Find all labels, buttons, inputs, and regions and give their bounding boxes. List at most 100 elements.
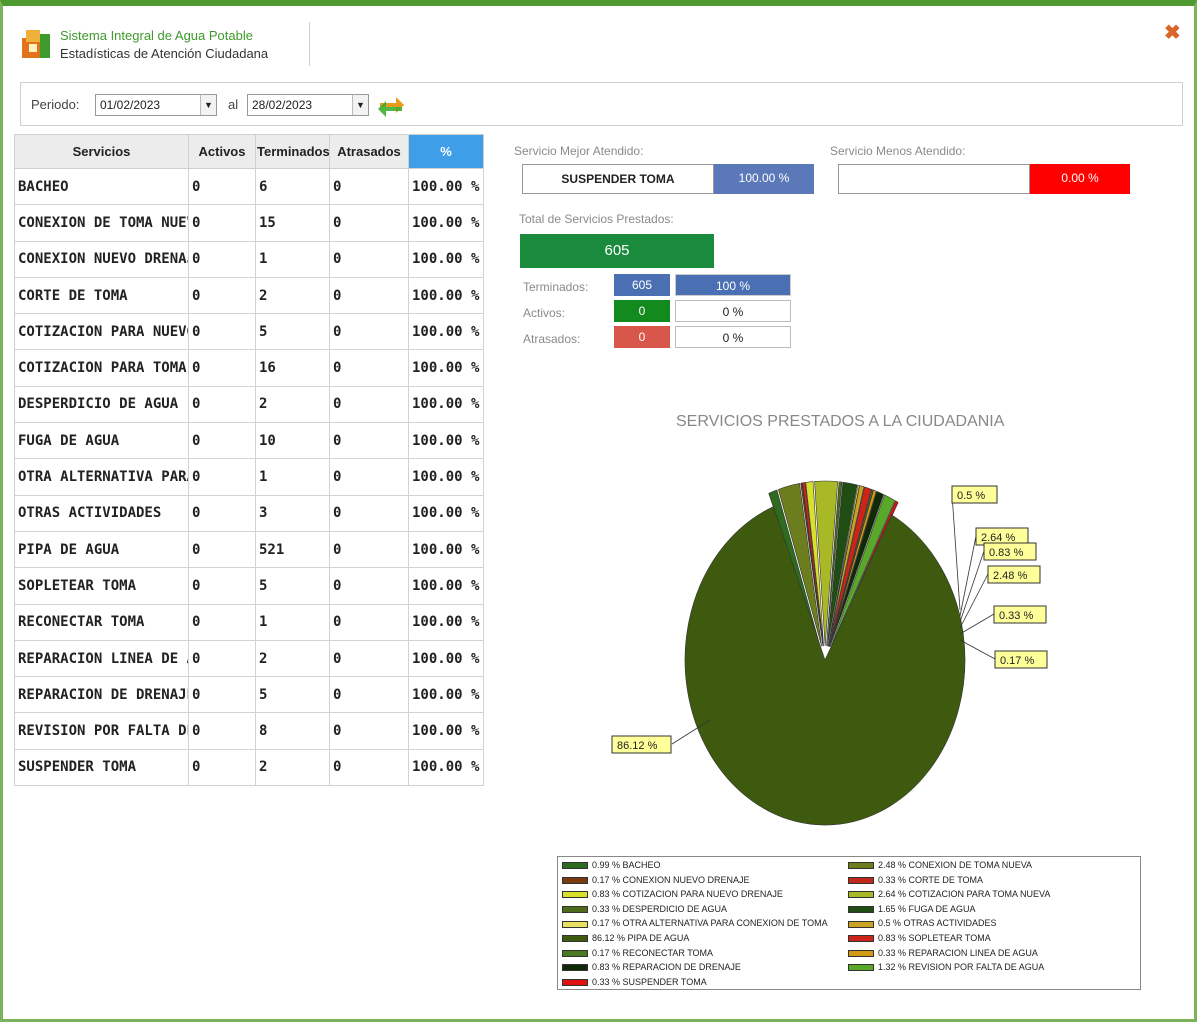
legend-item: 0.33 % SUSPENDER TOMA (562, 977, 707, 991)
cell-atrasados: 0 (329, 422, 409, 460)
cell-activos: 0 (188, 639, 256, 678)
legend-label: 86.12 % PIPA DE AGUA (592, 933, 690, 943)
table-row[interactable]: REVISION POR FALTA DE AGUA080100.00 % (14, 712, 484, 750)
legend-label: 0.33 % DESPERDICIO DE AGUA (592, 903, 728, 914)
cell-terminados: 1 (255, 458, 330, 496)
cell-percent: 100.00 % (408, 167, 484, 206)
table-row[interactable]: BACHEO 0 6 0 100.00 % (14, 167, 484, 206)
atrasados-percent: 0 % (675, 326, 791, 348)
cell-atrasados: 0 (329, 349, 409, 387)
periodo-label: Periodo: (31, 97, 80, 112)
terminados-percent: 100 % (675, 274, 791, 296)
table-row[interactable]: PIPA DE AGUA 0 521 0 100.00 % (14, 530, 484, 569)
cell-percent: 100.00 % (408, 276, 484, 315)
legend-swatch (562, 905, 588, 913)
cell-terminados: 1 (255, 603, 330, 641)
cell-activos: 0 (188, 567, 256, 605)
legend-label: 0.17 % OTRA ALTERNATIVA PARA CONEXION DE… (592, 918, 828, 929)
table-row[interactable]: REPARACION LINEA DE AGUA020100.00 % (14, 639, 484, 678)
atrasados-count: 0 (614, 326, 670, 348)
cell-activos: 0 (188, 494, 256, 532)
table-row[interactable]: REPARACION DE DRENAJE 0 5 0 100.00 % (14, 676, 484, 714)
total-services-label: Total de Servicios Prestados: (519, 212, 674, 226)
cell-terminados: 2 (255, 748, 330, 787)
col-header-percent[interactable]: % (408, 134, 484, 169)
cell-terminados: 2 (255, 276, 330, 315)
table-row[interactable]: COTIZACION PARA TOMA NUEVA0160100.00 % (14, 349, 484, 387)
cell-terminados: 15 (255, 204, 330, 242)
cell-activos: 0 (188, 276, 256, 315)
col-header-activos[interactable]: Activos (188, 134, 256, 169)
from-date-select[interactable]: 01/02/2023 ▼ (95, 94, 217, 116)
cell-servicio: REPARACION LINEA DE AGUA (14, 639, 189, 678)
legend-label: 0.33 % CORTE DE TOMA (878, 874, 984, 885)
filter-bar: Periodo: 01/02/2023 ▼ al 28/02/2023 ▼ (20, 82, 1183, 126)
table-row[interactable]: OTRA ALTERNATIVA PARA CONEXION DE TOMA01… (14, 458, 484, 496)
cell-activos: 0 (188, 313, 256, 351)
table-row[interactable]: COTIZACION PARA NUEVO DRENAJE050100.00 % (14, 313, 484, 351)
cell-percent: 100.00 % (408, 385, 484, 424)
table-row[interactable]: SOPLETEAR TOMA 0 5 0 100.00 % (14, 567, 484, 605)
cell-atrasados: 0 (329, 167, 409, 206)
legend-swatch (562, 935, 588, 943)
col-header-terminados[interactable]: Terminados (255, 134, 330, 169)
cell-servicio: PIPA DE AGUA (14, 530, 189, 569)
from-date-value: 01/02/2023 (100, 98, 161, 112)
legend-label: 0.99 % BACHEO (592, 860, 661, 870)
cell-servicio: CONEXION NUEVO DRENAJE (14, 240, 189, 278)
cell-percent: 100.00 % (408, 712, 484, 750)
refresh-icon[interactable] (376, 91, 406, 121)
legend-item: 1.32 % REVISION POR FALTA DE AGUA (848, 962, 1044, 976)
close-icon[interactable]: ✖ (1164, 22, 1186, 44)
app-title: Sistema Integral de Agua Potable (60, 28, 253, 43)
legend-label: 0.17 % RECONECTAR TOMA (592, 947, 714, 958)
activos-percent: 0 % (675, 300, 791, 322)
legend-swatch (848, 935, 874, 943)
to-date-select[interactable]: 28/02/2023 ▼ (247, 94, 369, 116)
table-row[interactable]: FUGA DE AGUA 0 10 0 100.00 % (14, 422, 484, 460)
table-row[interactable]: OTRAS ACTIVIDADES 0 3 0 100.00 % (14, 494, 484, 532)
table-row[interactable]: SUSPENDER TOMA 0 2 0 100.00 % (14, 748, 484, 787)
legend-label: 0.33 % REPARACION LINEA DE AGUA (878, 947, 1038, 958)
cell-terminados: 5 (255, 567, 330, 605)
cell-percent: 100.00 % (408, 458, 484, 496)
label-text: 0.17 % (1000, 655, 1034, 667)
cell-servicio: SOPLETEAR TOMA (14, 567, 189, 605)
col-header-atrasados[interactable]: Atrasados (329, 134, 409, 169)
cell-terminados: 521 (255, 530, 330, 569)
cell-percent: 100.00 % (408, 240, 484, 278)
label-leader-line (959, 550, 985, 623)
table-row[interactable]: DESPERDICIO DE AGUA 0 2 0 100.00 % (14, 385, 484, 424)
services-table: Servicios Activos Terminados Atrasados %… (14, 134, 484, 787)
cell-atrasados: 0 (329, 313, 409, 351)
table-row[interactable]: CONEXION DE TOMA NUEVA 0 15 0 100.00 % (14, 204, 484, 242)
chevron-down-icon: ▼ (200, 95, 216, 115)
cell-atrasados: 0 (329, 494, 409, 532)
cell-servicio: COTIZACION PARA TOMA NUEVA (14, 349, 189, 387)
table-row[interactable]: CONEXION NUEVO DRENAJE 0 1 0 100.00 % (14, 240, 484, 278)
table-row[interactable]: CORTE DE TOMA 0 2 0 100.00 % (14, 276, 484, 315)
cell-servicio: DESPERDICIO DE AGUA (14, 385, 189, 424)
legend-swatch (848, 905, 874, 913)
col-header-servicios[interactable]: Servicios (14, 134, 189, 169)
activos-count: 0 (614, 300, 670, 322)
cell-atrasados: 0 (329, 458, 409, 496)
table-row[interactable]: RECONECTAR TOMA 0 1 0 100.00 % (14, 603, 484, 641)
cell-terminados: 8 (255, 712, 330, 750)
cell-servicio: REVISION POR FALTA DE AGUA (14, 712, 189, 750)
legend-label: 1.65 % FUGA DE AGUA (878, 903, 976, 914)
cell-servicio: OTRAS ACTIVIDADES (14, 494, 189, 532)
cell-servicio: CONEXION DE TOMA NUEVA (14, 204, 189, 242)
best-service-percent: 100.00 % (714, 164, 814, 194)
cell-percent: 100.00 % (408, 748, 484, 787)
legend-label: 2.64 % COTIZACION PARA TOMA NUEVA (878, 889, 1051, 900)
activos-label: Activos: (523, 306, 566, 320)
legend-item: 1.65 % FUGA DE AGUA (848, 904, 976, 918)
legend-swatch (848, 920, 874, 928)
app-header: Sistema Integral de Agua Potable Estadís… (14, 22, 310, 66)
worst-service-label: Servicio Menos Atendido: (830, 144, 966, 158)
worst-service-name (838, 164, 1030, 194)
cell-terminados: 2 (255, 385, 330, 424)
app-logo-icon (22, 30, 50, 58)
chart-title: SERVICIOS PRESTADOS A LA CIUDADANIA (676, 413, 1005, 430)
